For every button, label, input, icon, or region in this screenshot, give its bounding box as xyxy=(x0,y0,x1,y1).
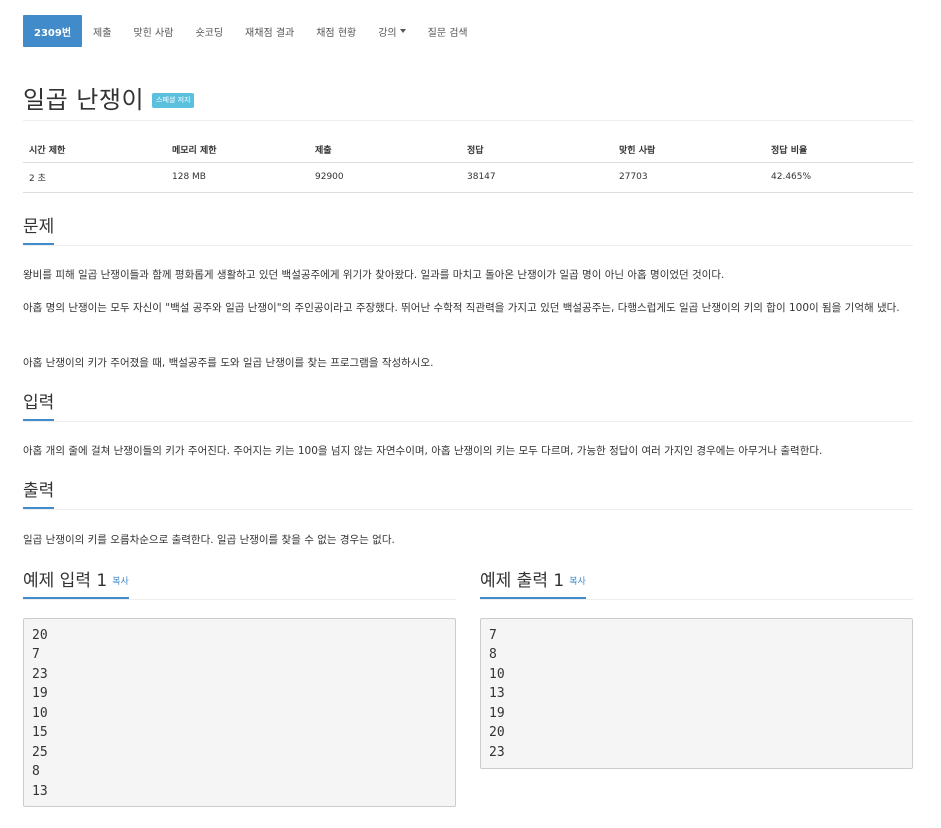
sample-input-heading: 예제 입력 1 복사 xyxy=(23,572,129,599)
nav-solved-users[interactable]: 맞힌 사람 xyxy=(122,15,184,47)
sample-input-block: 예제 입력 1 복사 20 7 23 19 10 15 25 8 13 xyxy=(23,571,456,807)
problem-description-2: 아홉 명의 난쟁이는 모두 자신이 "백설 공주와 일곱 난쟁이"의 주인공이라… xyxy=(23,302,900,314)
input-heading: 입력 xyxy=(23,394,55,421)
col-time-limit: 시간 제한 xyxy=(23,138,166,163)
copy-sample-input-link[interactable]: 복사 xyxy=(112,577,129,587)
memory-limit-value: 128 MB xyxy=(166,162,309,193)
nav-short-coding[interactable]: 숏코딩 xyxy=(184,15,234,47)
problem-title-row: 일곱 난쟁이 스페셜 저지 xyxy=(23,80,195,115)
sample-output-data[interactable]: 7 8 10 13 19 20 23 xyxy=(480,617,913,769)
submissions-value: 92900 xyxy=(309,162,461,193)
problem-section-header: 문제 xyxy=(23,217,913,246)
output-description: 일곱 난쟁이의 키를 오름차순으로 출력한다. 일곱 난쟁이를 찾을 수 없는 … xyxy=(23,534,395,546)
nav-lectures-label: 강의 xyxy=(378,27,397,39)
problem-heading: 문제 xyxy=(23,218,55,245)
nav-judge-status[interactable]: 채점 현황 xyxy=(305,15,367,47)
table-header-row: 시간 제한 메모리 제한 제출 정답 맞힌 사람 정답 비율 xyxy=(23,138,913,163)
output-section-header: 출력 xyxy=(23,481,913,510)
sample-input-data[interactable]: 20 7 23 19 10 15 25 8 13 xyxy=(23,617,456,807)
sample-input-title: 예제 입력 1 xyxy=(23,571,108,591)
solved-users-value: 27703 xyxy=(613,162,765,193)
accepted-value: 38147 xyxy=(461,162,613,193)
col-solved-users: 맞힌 사람 xyxy=(613,138,765,163)
nav-question-search[interactable]: 질문 검색 xyxy=(417,15,479,47)
problem-nav: 2309번 제출 맞힌 사람 숏코딩 재채점 결과 채점 현황 강의 질문 검색 xyxy=(23,15,479,47)
time-limit-value: 2 초 xyxy=(23,162,166,193)
table-row: 2 초 128 MB 92900 38147 27703 42.465% xyxy=(23,162,913,193)
col-accepted: 정답 xyxy=(461,138,613,163)
sample-output-title: 예제 출력 1 xyxy=(480,571,565,591)
problem-info-table: 시간 제한 메모리 제한 제출 정답 맞힌 사람 정답 비율 2 초 128 M… xyxy=(23,138,913,193)
input-section-header: 입력 xyxy=(23,393,913,422)
output-heading: 출력 xyxy=(23,482,55,509)
problem-description-1: 왕비를 피해 일곱 난쟁이들과 함께 평화롭게 생활하고 있던 백설공주에게 위… xyxy=(23,269,725,281)
sample-output-block: 예제 출력 1 복사 7 8 10 13 19 20 23 xyxy=(480,571,913,769)
sample-output-heading: 예제 출력 1 복사 xyxy=(480,572,586,599)
page-title: 일곱 난쟁이 xyxy=(23,86,145,114)
caret-down-icon xyxy=(399,29,406,33)
input-description: 아홉 개의 줄에 걸쳐 난쟁이들의 키가 주어진다. 주어지는 키는 100을 … xyxy=(23,445,823,457)
col-submissions: 제출 xyxy=(309,138,461,163)
nav-submit[interactable]: 제출 xyxy=(82,15,122,47)
nav-rejudge-results[interactable]: 재채점 결과 xyxy=(234,15,305,47)
special-judge-badge: 스페셜 저지 xyxy=(152,93,195,108)
col-memory-limit: 메모리 제한 xyxy=(166,138,309,163)
copy-sample-output-link[interactable]: 복사 xyxy=(569,577,586,587)
title-divider xyxy=(23,120,913,121)
nav-problem-number[interactable]: 2309번 xyxy=(23,15,83,47)
accept-ratio-value: 42.465% xyxy=(765,162,913,193)
col-accept-ratio: 정답 비율 xyxy=(765,138,913,163)
nav-lectures-dropdown[interactable]: 강의 xyxy=(367,15,416,47)
problem-description-3: 아홉 난쟁이의 키가 주어졌을 때, 백설공주를 도와 일곱 난쟁이를 찾는 프… xyxy=(23,357,434,369)
